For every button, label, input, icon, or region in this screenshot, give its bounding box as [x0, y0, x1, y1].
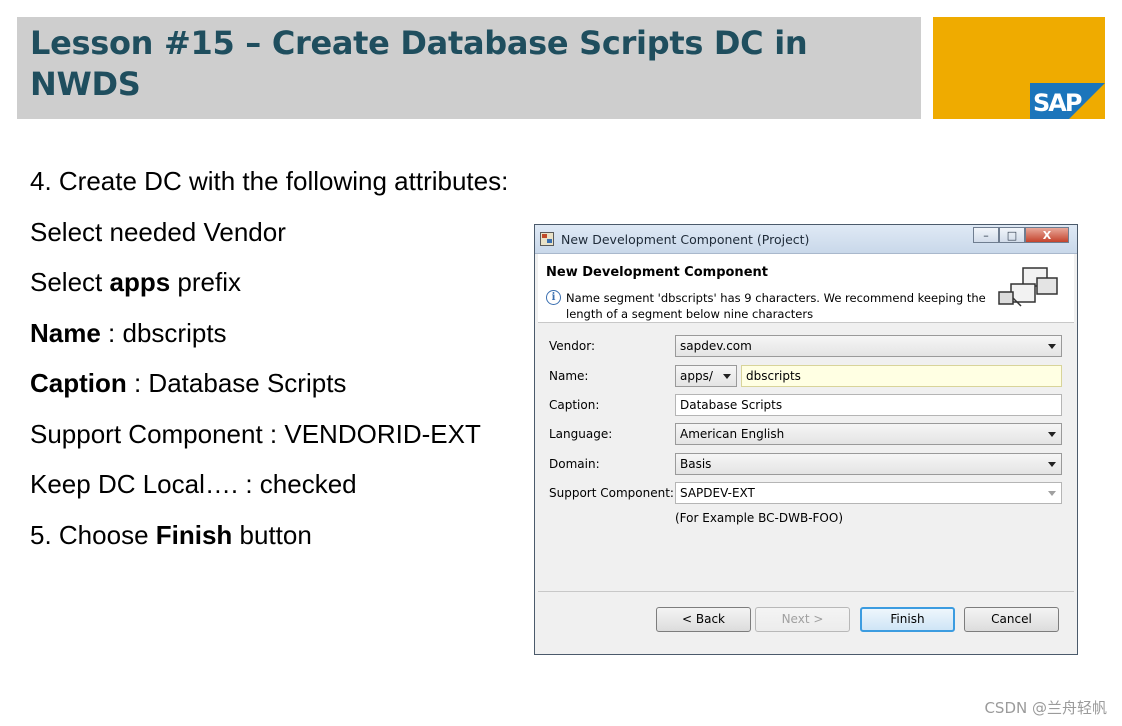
- slide-title: Lesson #15 – Create Database Scripts DC …: [30, 24, 808, 103]
- name-label: Name:: [549, 369, 589, 383]
- name-input[interactable]: dbscripts: [741, 365, 1062, 387]
- close-icon[interactable]: X: [1025, 227, 1069, 243]
- next-button[interactable]: Next >: [755, 607, 850, 632]
- caption-label: Caption:: [549, 398, 600, 412]
- info-message: Name segment 'dbscripts' has 9 character…: [566, 291, 986, 321]
- chevron-down-icon: [1048, 491, 1056, 496]
- back-button[interactable]: < Back: [656, 607, 751, 632]
- vendor-select[interactable]: sapdev.com: [675, 335, 1062, 357]
- dialog-form: Vendor: sapdev.com Name: apps/ dbscripts…: [538, 323, 1074, 592]
- instruction-caption: Caption : Database Scripts: [30, 368, 347, 398]
- support-component-value: SAPDEV-EXT: [680, 486, 755, 500]
- slide-title-bar: Lesson #15 – Create Database Scripts DC …: [17, 17, 921, 119]
- language-value: American English: [680, 427, 785, 441]
- dialog-heading: New Development Component: [546, 265, 768, 280]
- dialog-titlebar[interactable]: New Development Component (Project) – □ …: [535, 225, 1077, 254]
- cancel-button[interactable]: Cancel: [964, 607, 1059, 632]
- language-select[interactable]: American English: [675, 423, 1062, 445]
- dialog-title: New Development Component (Project): [561, 232, 810, 247]
- maximize-icon[interactable]: □: [999, 227, 1025, 243]
- instruction-name: Name : dbscripts: [30, 318, 227, 348]
- window-controls: – □ X: [973, 227, 1069, 244]
- new-dc-dialog: New Development Component (Project) – □ …: [534, 224, 1078, 655]
- support-component-example: (For Example BC-DWB-FOO): [675, 511, 843, 525]
- instruction-step-4: 4. Create DC with the following attribut…: [30, 166, 509, 196]
- instruction-step-5: 5. Choose Finish button: [30, 520, 312, 550]
- finish-button[interactable]: Finish: [860, 607, 955, 632]
- minimize-icon[interactable]: –: [973, 227, 999, 243]
- chevron-down-icon: [723, 374, 731, 379]
- instruction-vendor: Select needed Vendor: [30, 217, 286, 247]
- support-component-combo[interactable]: SAPDEV-EXT: [675, 482, 1062, 504]
- chevron-down-icon: [1048, 432, 1056, 437]
- instruction-support-component: Support Component : VENDORID-EXT: [30, 419, 481, 449]
- language-label: Language:: [549, 427, 613, 441]
- name-prefix-select[interactable]: apps/: [675, 365, 737, 387]
- development-component-wizard-icon: [998, 267, 1058, 307]
- domain-label: Domain:: [549, 457, 600, 471]
- caption-input[interactable]: Database Scripts: [675, 394, 1062, 416]
- dialog-header: New Development Component i Name segment…: [538, 254, 1074, 323]
- name-value: dbscripts: [746, 369, 801, 383]
- instruction-keep-local: Keep DC Local…. : checked: [30, 469, 357, 499]
- domain-value: Basis: [680, 457, 712, 471]
- chevron-down-icon: [1048, 462, 1056, 467]
- support-component-label: Support Component:: [549, 486, 674, 500]
- vendor-label: Vendor:: [549, 339, 595, 353]
- sap-logo-text: SAP: [1033, 89, 1082, 117]
- chevron-down-icon: [1048, 344, 1056, 349]
- project-app-icon: [540, 232, 554, 246]
- instruction-prefix: Select apps prefix: [30, 267, 241, 297]
- sap-logo: SAP: [1030, 83, 1105, 119]
- caption-value: Database Scripts: [680, 398, 783, 412]
- info-icon: i: [546, 290, 561, 305]
- name-prefix-value: apps/: [680, 369, 713, 383]
- vendor-value: sapdev.com: [680, 339, 752, 353]
- domain-select[interactable]: Basis: [675, 453, 1062, 475]
- sap-logo-panel: SAP: [933, 17, 1105, 119]
- watermark: CSDN @兰舟轻帆: [984, 699, 1107, 717]
